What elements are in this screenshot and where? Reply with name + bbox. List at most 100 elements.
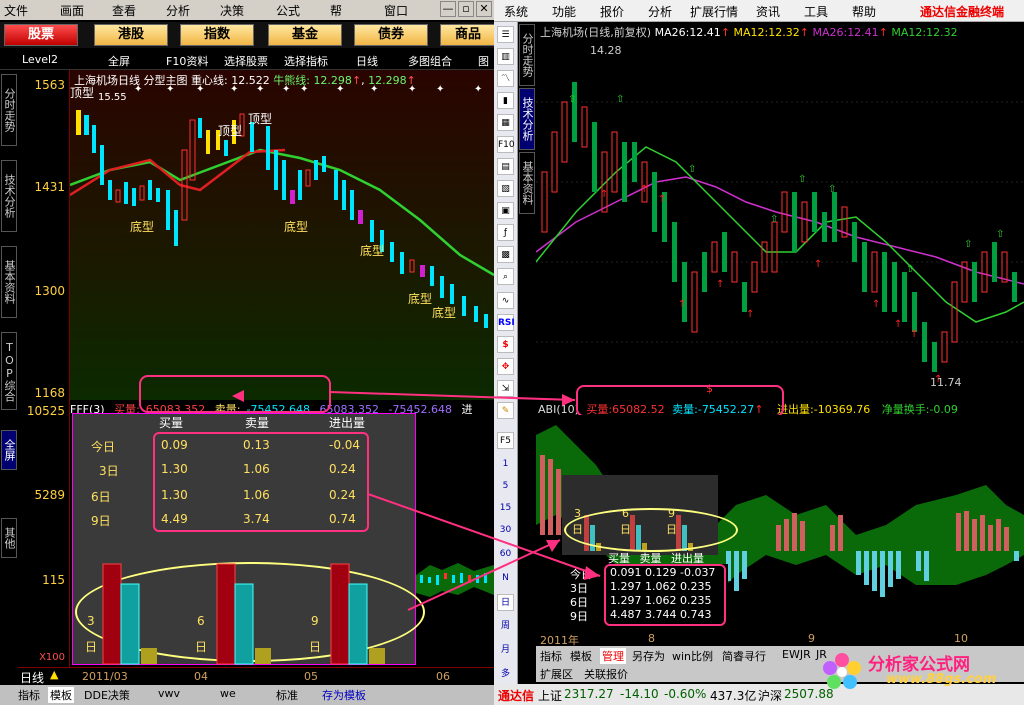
period-60min[interactable]: 60 (497, 546, 514, 563)
export-icon[interactable]: ⇲ (497, 380, 514, 397)
line-chart-icon[interactable]: 〽 (497, 70, 514, 87)
grid-icon[interactable]: ▦ (497, 114, 514, 131)
f10-button[interactable]: F10资料 (166, 53, 208, 69)
menu-formula[interactable]: 公式 (276, 2, 300, 19)
menu-tools[interactable]: 工具 (804, 3, 828, 20)
daily-button[interactable]: 日线 (356, 53, 378, 69)
period-month[interactable]: 月 (497, 642, 514, 659)
right-candlestick-chart[interactable]: ↑ ↑ ↑ ↑ ↑ ↑ ↑ ↑ ↑ ↑ ↑ ⇧ ⇧ ⇧ ⇧ ⇧ ⇧ ⇧ ⇧ ⇧ (536, 22, 1024, 400)
tab-win-ratio[interactable]: win比例 (672, 648, 713, 664)
fullscreen-button[interactable]: 全屏 (108, 53, 130, 69)
restore-button[interactable]: ▫ (458, 1, 474, 17)
report-icon[interactable]: ▧ (497, 180, 514, 197)
candle-down (440, 276, 444, 298)
candle-down (430, 266, 434, 286)
money-icon[interactable]: $ (497, 336, 514, 353)
tab-stocks[interactable]: 股票 (4, 24, 78, 46)
menu-file[interactable]: 文件 (4, 2, 28, 19)
period-15min[interactable]: 15 (497, 500, 514, 517)
tab-save-as[interactable]: 另存为 (632, 648, 665, 664)
side-tab-fullscreen[interactable]: 全屏 (1, 430, 17, 470)
side-tab-intraday[interactable]: 分时走势 (519, 24, 535, 86)
list-icon[interactable]: ☰ (497, 26, 514, 43)
tab-indicator[interactable]: 指标 (18, 687, 40, 703)
tab-commodities[interactable]: 商品 (440, 24, 494, 46)
f10-icon[interactable]: F10 (497, 136, 515, 153)
tab-related-quotes[interactable]: 关联报价 (584, 666, 628, 682)
period-30min[interactable]: 30 (497, 522, 514, 539)
menu-quotes[interactable]: 报价 (600, 3, 624, 20)
candle-down (174, 210, 178, 246)
side-tab-fundamentals[interactable]: 基本资料 (1, 246, 17, 318)
bar-group-unit: 日 (309, 640, 322, 654)
tab-template[interactable]: 模板 (570, 648, 592, 664)
calendar-icon[interactable]: ▣ (497, 202, 514, 219)
menu-help[interactable]: 帮助 (852, 3, 876, 20)
menu-screen[interactable]: 画面 (60, 2, 84, 19)
candle-down (224, 140, 228, 156)
period-day[interactable]: 日 (497, 594, 514, 611)
rsi-icon[interactable]: RSI (497, 314, 515, 331)
compass-icon[interactable]: ✥ (497, 358, 514, 375)
select-stock-button[interactable]: 选择股票 (224, 53, 268, 69)
menu-analysis[interactable]: 分析 (648, 3, 672, 20)
candlestick-chart[interactable]: ✦ ✦ ✦ ✦ ✦ ✦ ✦ ✦ ✦ ✦ ✦ ✦ (70, 70, 494, 400)
tab-indicator[interactable]: 指标 (540, 648, 562, 664)
period-5min[interactable]: 5 (497, 478, 514, 495)
tab-hk-stocks[interactable]: 港股 (94, 24, 168, 46)
ma12-label: MA12: (733, 26, 769, 39)
menu-view[interactable]: 查看 (112, 2, 136, 19)
close-button[interactable]: ✕ (476, 1, 492, 17)
menu-decision[interactable]: 决策 (220, 2, 244, 19)
ma26b-value: 12.41 (847, 26, 879, 39)
level2-button[interactable]: Level2 (22, 53, 58, 66)
f5-button[interactable]: F5 (497, 432, 514, 449)
tab-manage[interactable]: 管理 (600, 648, 626, 664)
tab-bonds[interactable]: 债券 (354, 24, 428, 46)
period-label[interactable]: 日线 (20, 669, 44, 686)
menu-window[interactable]: 窗口 (384, 2, 408, 19)
side-tab-other[interactable]: 其他 (1, 518, 17, 558)
tab-template[interactable]: 模板 (48, 687, 74, 703)
side-tab-fundamentals[interactable]: 基本资料 (519, 152, 535, 214)
tab-ewjr[interactable]: EWJR (782, 648, 811, 661)
period-1min[interactable]: 1 (497, 456, 514, 473)
menu-extended[interactable]: 扩展行情 (690, 3, 738, 20)
menu-news[interactable]: 资讯 (756, 3, 780, 20)
tab-index[interactable]: 指数 (180, 24, 254, 46)
tab-search[interactable]: 简睿寻行 (722, 648, 766, 664)
tab-vwv[interactable]: vwv (158, 687, 180, 700)
side-tab-technical[interactable]: 技术分析 (1, 160, 17, 232)
menu-system[interactable]: 系统 (504, 3, 528, 20)
zoom-icon[interactable]: ⌕ (497, 268, 514, 285)
candle-icon[interactable]: ▮ (497, 92, 514, 109)
tab-extended-area[interactable]: 扩展区 (540, 666, 573, 682)
chart-icon[interactable]: ▩ (497, 246, 514, 263)
chart-more-button[interactable]: 图 (478, 53, 489, 69)
side-tab-intraday[interactable]: 分时走势 (1, 74, 17, 146)
candle-down (198, 118, 202, 138)
tab-dde[interactable]: DDE决策 (84, 687, 130, 703)
candle-down (350, 190, 354, 220)
save-template-tab[interactable]: 存为模板 (322, 687, 366, 703)
bar-chart-icon[interactable]: ▥ (497, 48, 514, 65)
book-icon[interactable]: ▤ (497, 158, 514, 175)
menu-help[interactable]: 帮 (330, 2, 342, 19)
tab-funds[interactable]: 基金 (268, 24, 342, 46)
tab-we[interactable]: we (220, 687, 236, 700)
wave-icon[interactable]: ∿ (497, 292, 514, 309)
menu-function[interactable]: 功能 (552, 3, 576, 20)
side-tab-technical[interactable]: 技术分析 (519, 88, 535, 150)
menu-analysis[interactable]: 分析 (166, 2, 190, 19)
period-n[interactable]: N (497, 570, 514, 587)
period-week[interactable]: 周 (497, 618, 514, 635)
pen-icon[interactable]: ✎ (497, 402, 514, 419)
function-icon[interactable]: ƒ (497, 224, 514, 241)
candle-down (148, 180, 152, 200)
minimize-button[interactable]: — (440, 1, 456, 17)
multi-chart-button[interactable]: 多图组合 (408, 53, 452, 69)
tab-standard[interactable]: 标准 (276, 687, 298, 703)
period-multi[interactable]: 多 (497, 666, 514, 683)
select-indicator-button[interactable]: 选择指标 (284, 53, 328, 69)
side-tab-top[interactable]: TOP综合 (1, 332, 17, 410)
